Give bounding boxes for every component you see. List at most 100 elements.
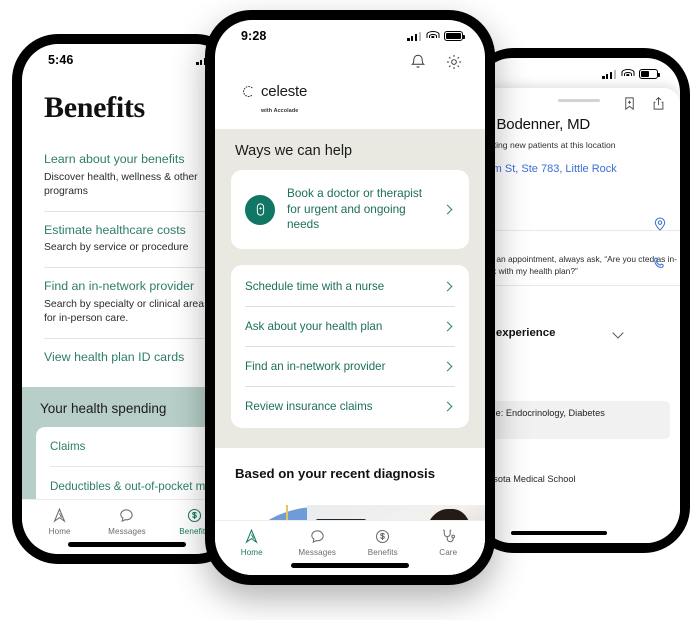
stethoscope-icon <box>440 528 457 545</box>
row-label: Schedule time with a nurse <box>245 280 385 294</box>
logo-text: celeste with Accolade <box>261 84 307 116</box>
chat-bubble-icon <box>309 528 326 545</box>
hero-row[interactable]: Book a doctor or therapist for urgent an… <box>245 172 455 247</box>
benefit-link[interactable]: Learn about your benefits <box>44 152 210 168</box>
list-item[interactable]: Find an in-network provider <box>245 347 455 388</box>
education-label: on <box>478 453 666 465</box>
coverage-experience-accordion[interactable]: verage experience <box>478 327 666 339</box>
chevron-right-icon[interactable] <box>442 401 453 412</box>
cellular-icon <box>407 31 421 41</box>
left-status-bar: 5:46 <box>22 44 232 69</box>
tab-label: Care <box>439 548 458 557</box>
celeste-mark-icon <box>241 84 256 104</box>
row-label: Review insurance claims <box>245 400 373 414</box>
sheet-grabber[interactable] <box>558 99 600 102</box>
spending-heading: Your health spending <box>40 401 167 417</box>
left-screen: 5:46 Benefits Learn about your benefits … <box>22 44 232 554</box>
center-screen: 9:28 celeste with Accolade Ways we can h… <box>215 20 485 575</box>
screenshot-stage: 5:46 Benefits Learn about your benefits … <box>0 0 700 620</box>
list-item[interactable]: Schedule time with a nurse <box>245 267 455 308</box>
benefit-link[interactable]: Find an in-network provider <box>44 279 210 295</box>
row-label: Find an in-network provider <box>245 360 386 374</box>
tab-label: Home <box>240 548 263 557</box>
chevron-right-icon[interactable] <box>442 361 453 372</box>
app-logo: celeste with Accolade <box>215 80 485 129</box>
chevron-right-icon[interactable] <box>442 321 453 332</box>
provider-meta: k & accepting new patients at this locat… <box>478 140 616 150</box>
provider-sheet: d Lee Bodenner, MD k & accepting new pat… <box>478 88 680 543</box>
page-title: Benefits <box>44 91 145 124</box>
cellular-icon <box>602 69 616 79</box>
benefit-subtitle: Discover health, wellness & other progra… <box>44 171 198 197</box>
right-screen: . <box>478 58 680 543</box>
provider-name: d Lee Bodenner, MD <box>478 116 590 133</box>
tab-care[interactable]: Care <box>416 528 482 557</box>
home-indicator <box>510 531 607 535</box>
tab-label: Messages <box>298 548 337 557</box>
hero-label: Book a doctor or therapist for urgent an… <box>287 186 423 232</box>
map-pin-icon[interactable] <box>652 216 668 237</box>
status-icons <box>407 31 466 41</box>
provider-address[interactable]: Markham St, Ste 783, Little Rock 5 <box>478 162 666 193</box>
list-item[interactable]: Find an in-network provider Search by sp… <box>44 268 210 339</box>
status-icons <box>602 69 661 79</box>
ways-we-can-help-section: Ways we can help Book a doctor or therap… <box>215 129 485 449</box>
benefit-link[interactable]: View health plan ID cards <box>44 350 210 366</box>
status-time: 5:46 <box>48 53 74 67</box>
home-icon <box>51 507 68 524</box>
center-status-bar: 9:28 <box>215 20 485 45</box>
phone-icon[interactable] <box>652 256 668 277</box>
diagnosis-title: Based on your recent diagnosis <box>235 466 436 482</box>
chat-bubble-icon <box>118 507 135 524</box>
share-icon[interactable] <box>651 96 666 116</box>
sheet-actions <box>622 96 666 116</box>
tab-messages[interactable]: Messages <box>285 528 351 557</box>
list-item[interactable]: Ask about your health plan <box>245 307 455 348</box>
background-heading: ound <box>478 354 666 368</box>
list-item[interactable]: Estimate healthcare costs Search by serv… <box>44 212 210 269</box>
tab-benefits[interactable]: Benefits <box>350 528 416 557</box>
bookmark-add-icon[interactable] <box>622 96 637 116</box>
chevron-right-icon[interactable] <box>442 281 453 292</box>
tab-home[interactable]: Home <box>219 528 285 557</box>
battery-icon <box>444 31 466 41</box>
certifications-label: ations <box>478 500 666 512</box>
spending-item-claims[interactable]: Claims <box>50 427 204 468</box>
dollar-circle-icon <box>374 528 391 545</box>
dont-forget-note: t forget making an appointment, always a… <box>478 229 680 287</box>
education-value: Of Minnesota Medical School <box>478 473 576 484</box>
home-indicator <box>68 542 186 547</box>
tab-label: Messages <box>108 527 146 536</box>
tab-messages[interactable]: Messages <box>93 507 160 536</box>
spending-card: Claims Deductibles & out-of-pocket maxim… <box>36 427 232 507</box>
header-actions <box>215 45 485 80</box>
right-status-bar: . <box>478 58 680 83</box>
tab-label: Home <box>48 527 71 536</box>
list-item[interactable]: Learn about your benefits Discover healt… <box>44 141 210 212</box>
chevron-down-icon[interactable] <box>612 327 624 339</box>
gear-icon[interactable] <box>445 53 463 76</box>
benefit-subtitle: Search by specialty or clinical area for… <box>44 298 204 324</box>
highlights-heading: ghts <box>478 301 666 315</box>
help-options-card: Schedule time with a nurse Ask about you… <box>231 265 469 429</box>
status-time: 9:28 <box>241 29 267 43</box>
section-title: Ways we can help <box>235 143 353 159</box>
row-label: Ask about your health plan <box>245 320 383 334</box>
note-body: making an appointment, always ask, “Are … <box>478 253 677 276</box>
phone-right-provider-detail: . <box>468 48 690 553</box>
tab-home[interactable]: Home <box>26 507 93 536</box>
list-item[interactable]: Review insurance claims <box>245 387 455 426</box>
diagnosis-section: Based on your recent diagnosis <box>215 448 485 487</box>
home-icon <box>243 528 260 545</box>
home-indicator <box>291 563 409 568</box>
benefit-link[interactable]: Estimate healthcare costs <box>44 223 210 239</box>
chevron-right-icon[interactable] <box>442 204 453 215</box>
list-item[interactable]: View health plan ID cards <box>44 339 210 378</box>
provider-phone[interactable]: 6-8000 <box>478 204 666 216</box>
note-title: t forget <box>478 239 680 249</box>
bell-icon[interactable] <box>409 53 427 76</box>
tab-label: Benefits <box>367 548 398 557</box>
phone-center-home: 9:28 celeste with Accolade Ways we can h… <box>205 10 495 585</box>
battery-icon <box>639 69 661 79</box>
hero-card[interactable]: Book a doctor or therapist for urgent an… <box>231 170 469 250</box>
